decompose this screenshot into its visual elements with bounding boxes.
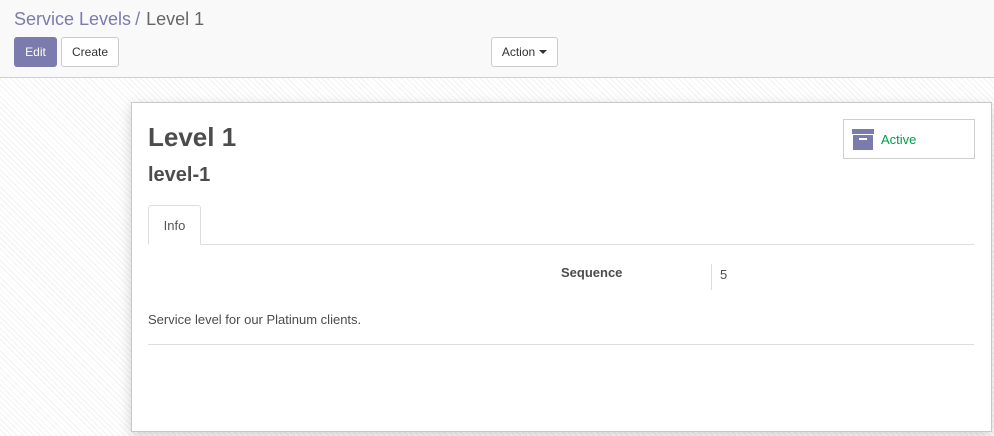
archive-box-icon: [852, 129, 874, 150]
form-sheet: Level 1 level-1 Active Info Sequence 5 S…: [131, 102, 992, 432]
breadcrumb: Service Levels / Level 1: [14, 8, 204, 30]
sequence-value: 5: [720, 267, 728, 282]
action-label: Action: [501, 45, 536, 59]
record-code: level-1: [148, 164, 211, 186]
control-panel: Service Levels / Level 1 Edit Create Actio…: [0, 0, 994, 78]
field-divider: [711, 264, 712, 290]
breadcrumb-current: Level 1: [146, 9, 205, 29]
divider-line: [148, 344, 974, 345]
breadcrumb-separator: /: [135, 9, 141, 29]
active-label: Active: [881, 132, 917, 147]
notebook-tabs: Info: [148, 205, 974, 245]
active-toggle-button[interactable]: Active: [843, 119, 975, 159]
tab-info[interactable]: Info: [148, 205, 201, 245]
breadcrumb-service-levels-link[interactable]: Service Levels: [14, 9, 131, 29]
record-title: Level 1: [148, 122, 237, 152]
action-dropdown-button[interactable]: Action: [491, 37, 558, 67]
edit-button[interactable]: Edit: [14, 37, 57, 67]
create-button[interactable]: Create: [61, 37, 119, 67]
caret-down-icon: [539, 50, 548, 54]
sequence-label: Sequence: [561, 265, 623, 280]
description-text: Service level for our Platinum clients.: [148, 312, 362, 327]
